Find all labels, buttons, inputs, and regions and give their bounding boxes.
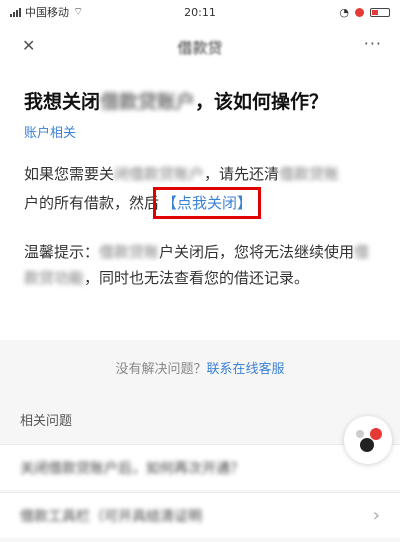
answer-blurred: 闭借款贷账户: [114, 165, 205, 183]
related-questions-title: 相关问题: [20, 414, 73, 429]
chat-bubble-icon-dark: [360, 438, 374, 452]
floating-chat-button[interactable]: [344, 416, 392, 464]
page-title: 借款贷: [177, 38, 223, 57]
unsolved-text: 没有解决问题？: [115, 362, 207, 377]
answer-text: 户关闭后，您将无法继续使用: [159, 243, 355, 261]
question-blurred: 借款贷账户: [100, 91, 196, 113]
answer-text: ，请先还清: [204, 165, 280, 183]
answer-text: 温馨提示：: [24, 243, 100, 261]
battery-icon: [370, 7, 390, 17]
nav-bar: ✕ 借款贷 ···: [0, 28, 400, 66]
faq-content: 我想关闭借款贷账户，该如何操作？ 账户相关 如果您需要关闭借款贷账户，请先还清借…: [24, 88, 380, 291]
answer-text: ，同时也无法查看您的借还记录。: [84, 269, 310, 287]
related-question-item[interactable]: 借款工具栏（可开具结清证明 ›: [0, 492, 400, 538]
answer-blurred: 借款贷账: [99, 243, 160, 261]
chat-bubble-icon: [356, 430, 364, 438]
close-account-link[interactable]: 【点我关闭】: [162, 194, 252, 212]
chevron-right-icon: ›: [372, 505, 380, 526]
close-icon[interactable]: ✕: [22, 36, 35, 55]
status-bar: 中国移动 ⌔ 20:11 ◔: [0, 0, 400, 24]
highlight-box: 【点我关闭】: [153, 187, 262, 219]
question-suffix: ，该如何操作？: [195, 91, 329, 113]
answer-paragraph-1: 如果您需要关闭借款贷账户，请先还清借款贷账 户的所有借款，然后 【点我关闭】: [24, 161, 380, 219]
answer-text: 如果您需要关: [24, 165, 115, 183]
contact-support-link[interactable]: 联系在线客服: [207, 362, 285, 377]
badge-dot-icon: [370, 428, 382, 440]
related-question-label: 借款工具栏（可开具结清证明: [20, 508, 202, 525]
question-title: 我想关闭借款贷账户，该如何操作？: [24, 88, 380, 116]
category-link[interactable]: 账户相关: [24, 122, 380, 141]
answer-blurred: 借款贷账: [279, 165, 340, 183]
answer-text: 户的所有借款，然后: [24, 194, 160, 212]
related-question-item[interactable]: 关闭借款贷账户后，如何再次开通？: [0, 444, 400, 490]
answer-paragraph-2: 温馨提示：借款贷账户关闭后，您将无法继续使用借款贷功能，同时也无法查看您的借还记…: [24, 239, 380, 291]
related-question-label: 关闭借款贷账户后，如何再次开通？: [20, 460, 244, 477]
status-time: 20:11: [184, 5, 216, 19]
question-prefix: 我想关闭: [24, 91, 101, 113]
unsolved-prompt: 没有解决问题？联系在线客服: [0, 358, 400, 377]
more-icon[interactable]: ···: [364, 34, 382, 53]
